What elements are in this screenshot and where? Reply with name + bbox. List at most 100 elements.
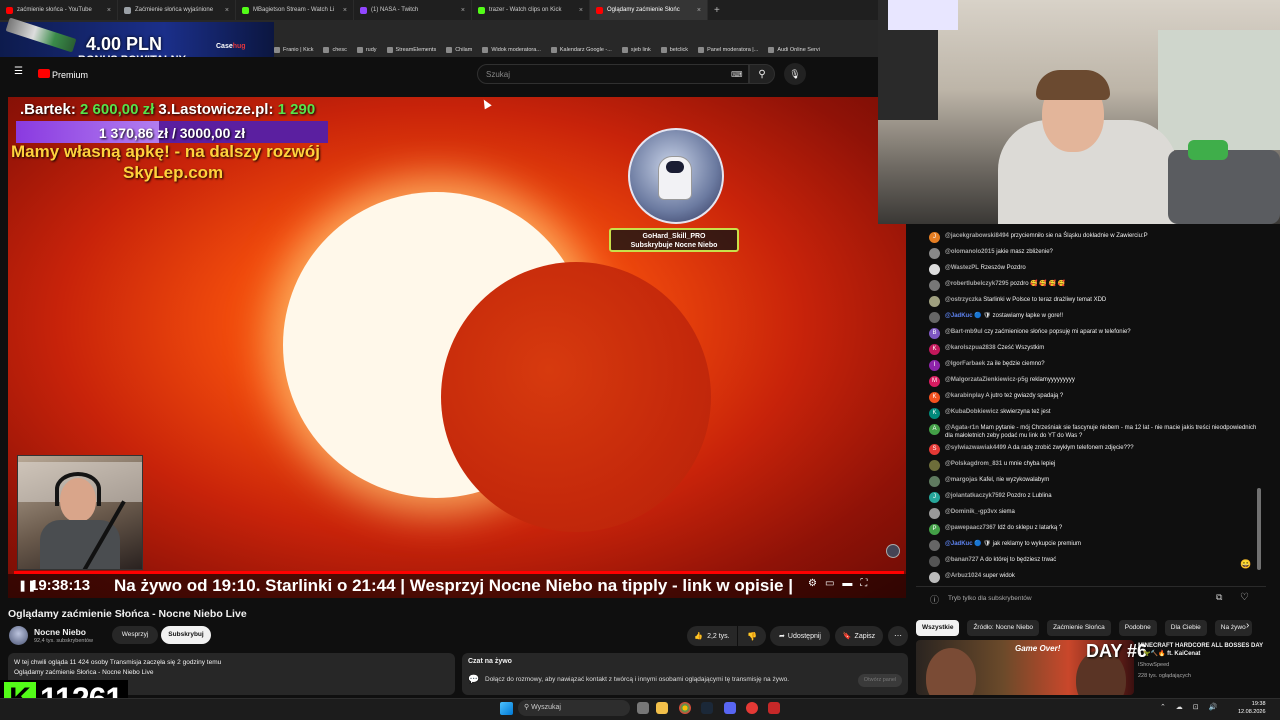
share-button[interactable]: ➦ Udostępnij [770,626,830,646]
chat-username[interactable]: @Polskagdrom_831 [945,461,1002,467]
fullscreen-icon[interactable]: ⛶ [860,578,867,589]
chat-avatar[interactable]: P [929,524,940,535]
chat-message[interactable]: S @sylwiazwawiak4499 A da radę zrobić zwy… [929,444,1259,455]
search-input[interactable]: Szukaj [477,64,749,84]
channel-avatar[interactable] [9,626,28,645]
chat-avatar[interactable] [929,312,940,323]
mic-button[interactable]: 🎙 [784,63,806,85]
bookmark-item[interactable]: Audi Online Servi [768,46,820,53]
chat-username[interactable]: @banan727 [945,557,979,563]
bookmark-item[interactable]: rudy [356,46,377,53]
channel-watermark-icon[interactable] [886,544,900,558]
chat-username[interactable]: @sylwiazwawiak4499 [945,445,1006,451]
chat-avatar[interactable] [929,572,940,583]
theater-icon[interactable]: ▬ [842,578,852,589]
browser-tab[interactable]: MBagietson Stream - Watch Li × [236,0,354,20]
chevron-right-icon[interactable]: › [1246,620,1249,631]
close-icon[interactable]: × [697,7,701,14]
app-red-icon[interactable] [746,702,758,714]
chat-message[interactable]: @WastezPL Rzeszów Pozdro [929,264,1259,275]
chat-avatar[interactable] [929,508,940,519]
filter-chip[interactable]: Zaćmienie Słońca [1047,620,1111,636]
taskbar-clock[interactable]: 19:38 12.08.2026 [1238,700,1266,716]
browser-tab[interactable]: (1) NASA - Twitch × [354,0,472,20]
recommended-title[interactable]: MINECRAFT HARDCORE ALL BOSSES DAY 6 🦖🔨🔥 … [1138,642,1263,658]
file-explorer-icon[interactable] [656,702,668,714]
bookmark-item[interactable]: Widok moderatora... [482,46,541,53]
chat-username[interactable]: @MalgorzataZienkiewicz-p5g [945,377,1028,383]
keyboard-icon[interactable]: ⌨ [731,70,743,79]
chat-avatar[interactable] [929,540,940,551]
chat-username[interactable]: @jolantatkaczyk7592 [945,493,1005,499]
recommended-channel[interactable]: IShowSpeed [1138,662,1169,668]
filter-chip[interactable]: Wszystkie [916,620,960,636]
chat-username[interactable]: @JadKuc [945,313,973,319]
chat-avatar[interactable]: S [929,444,940,455]
chat-input[interactable]: Tryb tylko dla subskrybentów [948,595,1032,602]
subscribe-button[interactable]: Subskrybuj [161,626,211,644]
chat-username[interactable]: @ostrzyczka [945,297,982,303]
open-panel-button[interactable]: Otwórz panel [858,674,902,687]
chat-message[interactable]: @ostrzyczka Starlinki w Polsce to teraz … [929,296,1259,307]
hamburger-menu-icon[interactable]: ☰ [14,66,23,77]
chat-message[interactable]: @banan727 A do której to będziesz trwać [929,556,1259,567]
chat-scrollbar[interactable] [1257,488,1261,570]
chat-message[interactable]: B @Bart-mb9ul czy zaćmienione słońce pops… [929,328,1259,339]
chat-username[interactable]: @robertlubelczyk7295 [945,281,1009,287]
bookmark-item[interactable]: Kalendarz Google -... [550,46,612,53]
channel-name[interactable]: Nocne Niebo [34,627,86,637]
chat-avatar[interactable]: J [929,232,940,243]
chat-avatar[interactable] [929,264,940,275]
chat-message[interactable]: @JadKuc 🔵 🛡 jak reklamy to wykupcie prem… [929,540,1259,551]
chat-avatar[interactable]: B [929,328,940,339]
chat-message[interactable]: @robertlubelczyk7295 pozdro 🥰 🥰 🥰 🥰 [929,280,1259,291]
bookmark-item[interactable]: Franio | Kick [274,46,313,53]
filter-chip[interactable]: Dla Ciebie [1164,620,1207,636]
chat-message[interactable]: I @IgorFarbaek za ile będzie ciemno? [929,360,1259,371]
chat-message[interactable]: K @KubaDobkiewicz skwierzyna też jest [929,408,1259,419]
chat-username[interactable]: @margojas [945,477,978,483]
chat-message[interactable]: P @pawepaacz7367 Idź do sklepu z latarką … [929,524,1259,535]
dislike-button[interactable]: 👎 [738,626,766,646]
chat-avatar[interactable]: I [929,360,940,371]
chat-username[interactable]: @Dominik_-gp3vx [945,509,997,515]
donate-icon[interactable]: ⧉ [1216,592,1222,603]
browser-tab[interactable]: zaćmienie słońca - YouTube × [0,0,118,20]
chat-username[interactable]: @Agata-r1n [945,425,979,431]
support-button[interactable]: Wesprzyj [112,626,158,644]
chrome-icon[interactable] [679,702,691,714]
heart-icon[interactable]: ♡ [1240,592,1249,603]
close-icon[interactable]: × [107,7,111,14]
system-tray[interactable]: ⌃ ☁ ⊡ 🔊 [1160,703,1221,711]
new-tab-button[interactable]: + [708,5,726,16]
search-button[interactable]: ⚲ [749,64,775,84]
chat-username[interactable]: @WastezPL [945,265,979,271]
chat-username[interactable]: @pawepaacz7367 [945,525,996,531]
windows-start-icon[interactable] [500,702,513,715]
chat-username[interactable]: @KubaDobkiewicz [945,409,999,415]
chat-username[interactable]: @IgorFarbaek [945,361,985,367]
emoji-icon[interactable]: 😀 [1240,559,1251,570]
taskbar-search[interactable]: ⚲ Wyszukaj [518,700,630,716]
bookmark-item[interactable]: Panel moderatora |... [698,46,758,53]
miniplayer-icon[interactable]: ▭ [825,578,834,589]
chat-avatar[interactable] [929,556,940,567]
chat-avatar[interactable]: A [929,424,940,435]
bookmark-item[interactable]: betclick [660,46,688,53]
bookmark-item[interactable]: sjeb link [621,46,651,53]
chat-avatar[interactable]: K [929,344,940,355]
chat-username[interactable]: @Bart-mb9ul [945,329,983,335]
filter-chip[interactable]: Podobne [1118,620,1157,636]
chat-username[interactable]: @karabinplay [945,393,984,399]
chat-message[interactable]: K @karolszpua2838 Cześć Wszystkim [929,344,1259,355]
chat-username[interactable]: @karolszpua2838 [945,345,996,351]
bookmark-item[interactable]: StreamElements [386,46,436,53]
chat-message[interactable]: M @MalgorzataZienkiewicz-p5g reklamyyyyyy… [929,376,1259,387]
close-icon[interactable]: × [461,7,465,14]
youtube-logo-icon[interactable] [38,69,50,78]
chat-avatar[interactable] [929,460,940,471]
more-actions-button[interactable]: ⋯ [888,626,908,646]
browser-tab[interactable]: Oglądamy zaćmienie Słońc × [590,0,708,20]
chat-avatar[interactable]: J [929,492,940,503]
browser-tab[interactable]: Zaćmienie słońca wyjaśnione × [118,0,236,20]
